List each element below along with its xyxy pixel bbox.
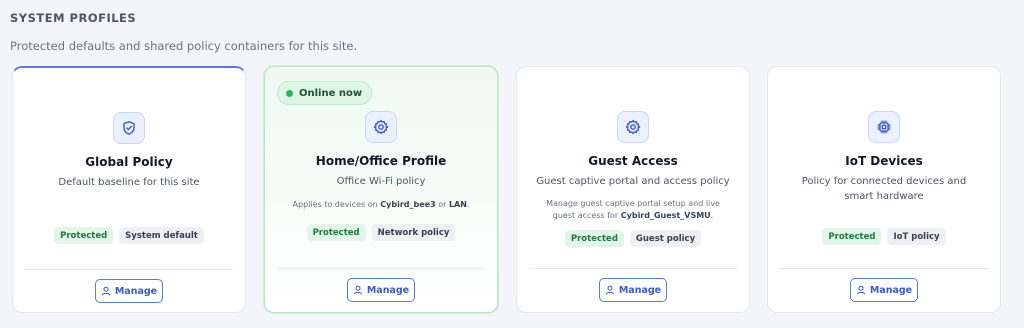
manage-label: Manage [366, 284, 410, 296]
iot-policy-tag: IoT policy [887, 228, 946, 245]
online-dot-icon [286, 89, 293, 97]
user-icon [101, 286, 111, 296]
protected-tag: Protected [54, 227, 114, 244]
card-title: Home/Office Profile [315, 154, 447, 168]
guest-policy-tag: Guest policy [629, 230, 702, 247]
manage-label: Manage [869, 284, 913, 296]
card-note: Applies to devices on Cybird_bee3 or LAN… [292, 200, 470, 209]
card-note: Manage guest captive portal setup and li… [546, 199, 720, 220]
guest-ssid-name: Cybird_Guest_VSMU [620, 211, 711, 220]
ssid-name: Cybird_bee3 [380, 200, 436, 209]
card-title: Global Policy [85, 155, 173, 169]
online-status-badge: Online now [277, 81, 373, 105]
card-tags: Protected IoT policy [768, 228, 1000, 245]
card-description: Guest captive portal and access policy [536, 176, 730, 187]
lan-name: LAN [448, 200, 467, 209]
section-title: SYSTEM PROFILES [10, 11, 137, 25]
manage-label: Manage [114, 285, 158, 297]
system-default-tag: System default [119, 227, 204, 244]
profile-card-iot-devices: IoT Devices Policy for connected devices… [767, 66, 1001, 313]
manage-button[interactable]: Manage [347, 278, 415, 302]
card-description: Policy for connected devices and smart h… [801, 176, 967, 202]
divider [277, 268, 485, 269]
gear-icon [617, 111, 649, 143]
profile-card-global-policy: Global Policy Default baseline for this … [12, 66, 246, 313]
card-description: Default baseline for this site [58, 177, 200, 188]
card-tags: Protected Guest policy [517, 230, 749, 247]
section-subtitle: Protected defaults and shared policy con… [10, 39, 358, 53]
card-tags: Protected Network policy [265, 224, 497, 241]
shield-icon [113, 112, 145, 144]
protected-tag: Protected [306, 224, 366, 241]
gear-icon [365, 111, 397, 143]
manage-button[interactable]: Manage [850, 278, 918, 302]
divider [780, 268, 988, 269]
manage-button[interactable]: Manage [599, 278, 667, 302]
divider [25, 269, 233, 270]
divider [529, 268, 737, 269]
chip-icon [868, 111, 900, 143]
card-title: Guest Access [588, 154, 678, 168]
protected-tag: Protected [822, 228, 882, 245]
manage-label: Manage [618, 284, 662, 296]
manage-button[interactable]: Manage [95, 279, 163, 303]
online-badge-label: Online now [299, 87, 363, 99]
card-description: Office Wi-Fi policy [336, 176, 426, 187]
user-icon [605, 285, 615, 295]
card-title: IoT Devices [845, 154, 923, 168]
user-icon [856, 285, 866, 295]
profile-card-guest-access: Guest Access Guest captive portal and ac… [516, 66, 750, 313]
profile-card-home-office: Online now Home/Office Profile Office Wi… [264, 66, 498, 313]
card-tags: Protected System default [13, 227, 245, 244]
network-policy-tag: Network policy [371, 224, 456, 241]
protected-tag: Protected [564, 230, 624, 247]
user-icon [353, 285, 363, 295]
